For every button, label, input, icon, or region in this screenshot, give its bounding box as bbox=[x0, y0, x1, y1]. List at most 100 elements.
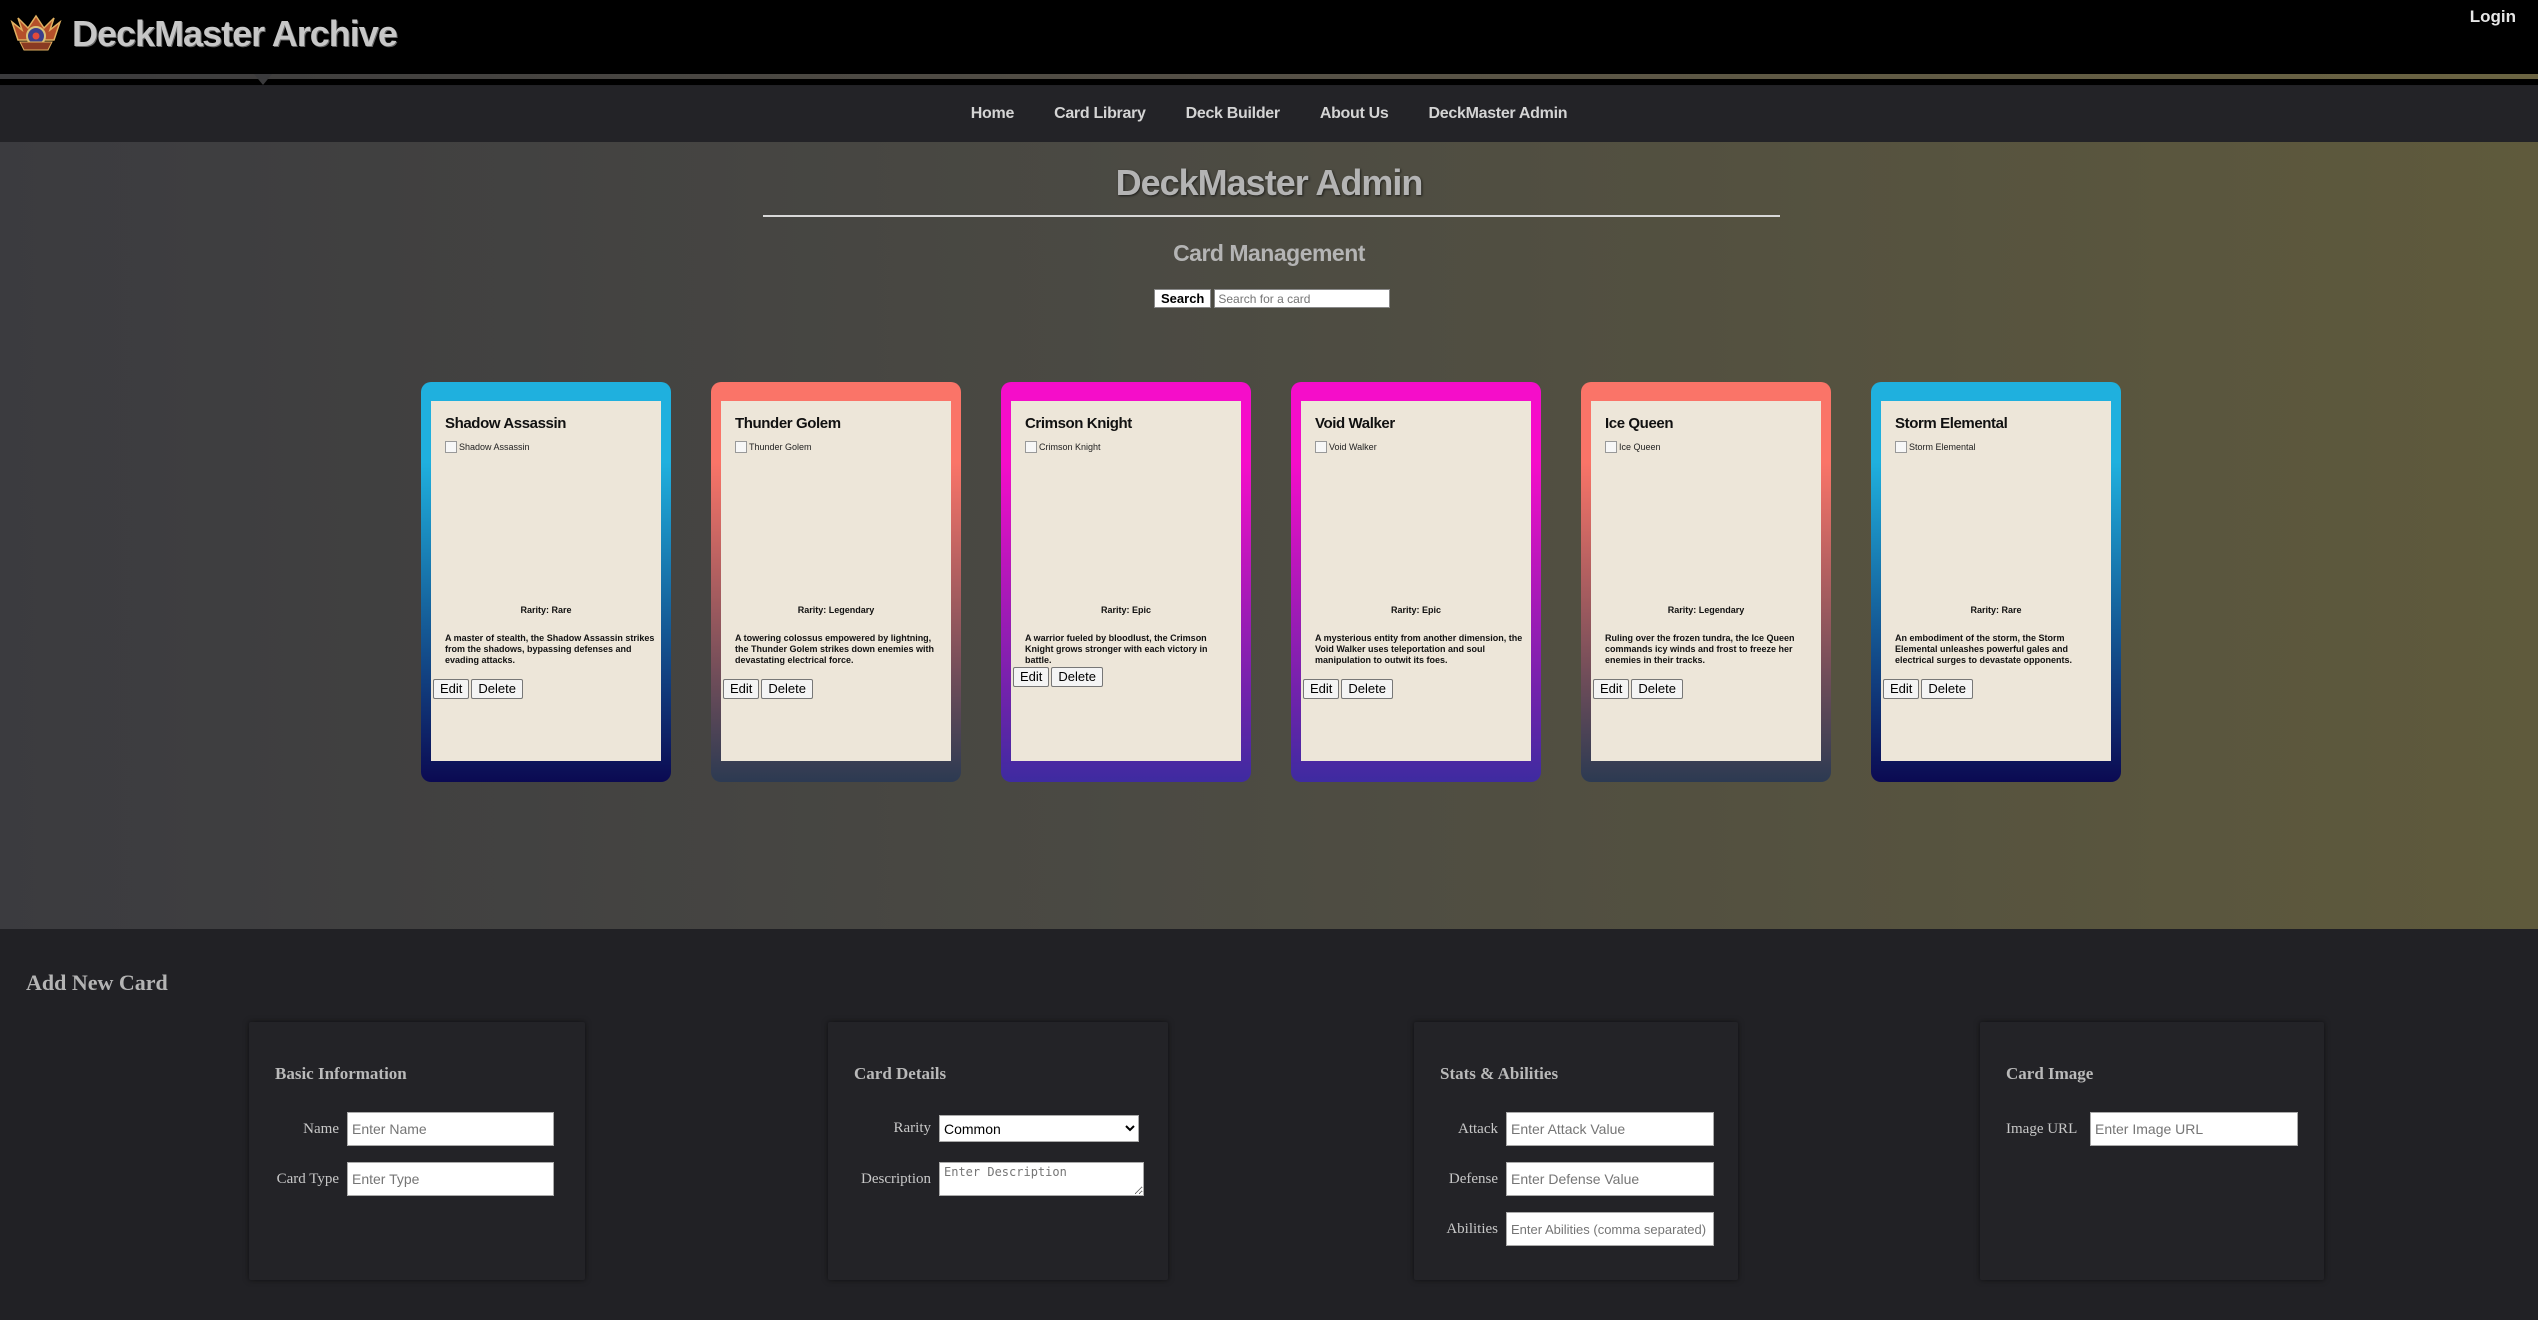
logo-icon[interactable] bbox=[8, 14, 64, 54]
card-description: A warrior fueled by bloodlust, the Crims… bbox=[1025, 633, 1208, 665]
card-image: Crimson Knight bbox=[1025, 441, 1101, 453]
card-tile: Shadow Assassin Shadow Assassin Rarity: … bbox=[421, 382, 671, 782]
card-name: Thunder Golem bbox=[735, 415, 841, 432]
basic-info-panel: Basic Information Name Card Type bbox=[249, 1022, 585, 1280]
card-name: Storm Elemental bbox=[1895, 415, 2008, 432]
card-face: Shadow Assassin Shadow Assassin Rarity: … bbox=[431, 401, 661, 761]
card-image-alt: Crimson Knight bbox=[1039, 442, 1101, 452]
delete-card-button[interactable]: Delete bbox=[1341, 679, 1393, 699]
card-image: Shadow Assassin bbox=[445, 441, 530, 453]
broken-image-icon bbox=[445, 441, 457, 453]
page-title: DeckMaster Admin bbox=[1115, 162, 1424, 203]
search-input[interactable] bbox=[1214, 289, 1391, 308]
card-actions: Edit Delete bbox=[1013, 667, 1103, 687]
broken-image-icon bbox=[1605, 441, 1617, 453]
nav-about-us[interactable]: About Us bbox=[1300, 105, 1409, 123]
nav-home[interactable]: Home bbox=[951, 105, 1034, 123]
add-card-title: Add New Card bbox=[26, 970, 168, 995]
card-image: Ice Queen bbox=[1605, 441, 1661, 453]
stats-title: Stats & Abilities bbox=[1440, 1064, 1559, 1083]
card-rarity: Rarity: Legendary bbox=[797, 605, 875, 615]
edit-card-button[interactable]: Edit bbox=[433, 679, 470, 699]
rarity-select[interactable]: Common bbox=[939, 1115, 1139, 1142]
image-url-input[interactable] bbox=[2090, 1112, 2298, 1146]
card-actions: Edit Delete bbox=[433, 679, 523, 699]
edit-card-button[interactable]: Edit bbox=[1303, 679, 1340, 699]
attack-row: Attack bbox=[1440, 1112, 1714, 1146]
site-logo-text[interactable]: DeckMaster Archive bbox=[72, 13, 398, 55]
card-image-alt: Ice Queen bbox=[1619, 442, 1661, 452]
card-description: A mysterious entity from another dimensi… bbox=[1315, 633, 1523, 665]
edit-card-button[interactable]: Edit bbox=[1593, 679, 1630, 699]
card-face: Thunder Golem Thunder Golem Rarity: Lege… bbox=[721, 401, 951, 761]
rarity-row: Rarity Common bbox=[854, 1115, 1139, 1142]
defense-row: Defense bbox=[1440, 1162, 1714, 1196]
abilities-input[interactable] bbox=[1506, 1212, 1714, 1246]
card-rarity: Rarity: Epic bbox=[1100, 605, 1151, 615]
abilities-row: Abilities bbox=[1440, 1212, 1714, 1246]
description-textarea[interactable] bbox=[939, 1162, 1144, 1196]
card-tile: Crimson Knight Crimson Knight Rarity: Ep… bbox=[1001, 382, 1251, 782]
card-rarity: Rarity: Rare bbox=[520, 605, 572, 615]
card-rarity: Rarity: Epic bbox=[1390, 605, 1441, 615]
card-tile: Storm Elemental Storm Elemental Rarity: … bbox=[1871, 382, 2121, 782]
delete-card-button[interactable]: Delete bbox=[761, 679, 813, 699]
card-actions: Edit Delete bbox=[1593, 679, 1683, 699]
attack-input[interactable] bbox=[1506, 1112, 1714, 1146]
card-search: Search bbox=[1154, 289, 1391, 308]
header-notch bbox=[254, 74, 272, 85]
card-image: Void Walker bbox=[1315, 441, 1377, 453]
delete-card-button[interactable]: Delete bbox=[471, 679, 523, 699]
card-description: Ruling over the frozen tundra, the Ice Q… bbox=[1605, 633, 1795, 665]
login-link[interactable]: Login bbox=[2470, 7, 2516, 27]
title-divider bbox=[763, 215, 1780, 217]
edit-card-button[interactable]: Edit bbox=[1883, 679, 1920, 699]
name-row: Name bbox=[275, 1112, 554, 1146]
card-face: Crimson Knight Crimson Knight Rarity: Ep… bbox=[1011, 401, 1241, 761]
abilities-label: Abilities bbox=[1446, 1220, 1498, 1237]
attack-label: Attack bbox=[1458, 1120, 1498, 1137]
image-url-label: Image URL bbox=[2006, 1120, 2078, 1137]
name-label: Name bbox=[303, 1120, 339, 1137]
card-tile: Void Walker Void Walker Rarity: Epic A m… bbox=[1291, 382, 1541, 782]
card-name: Shadow Assassin bbox=[445, 415, 566, 432]
delete-card-button[interactable]: Delete bbox=[1051, 667, 1103, 687]
card-image-alt: Thunder Golem bbox=[749, 442, 812, 452]
delete-card-button[interactable]: Delete bbox=[1631, 679, 1683, 699]
card-name: Ice Queen bbox=[1605, 415, 1674, 432]
search-button[interactable]: Search bbox=[1154, 289, 1212, 308]
card-type-input[interactable] bbox=[347, 1162, 554, 1196]
delete-card-button[interactable]: Delete bbox=[1921, 679, 1973, 699]
description-label: Description bbox=[861, 1170, 931, 1187]
defense-input[interactable] bbox=[1506, 1162, 1714, 1196]
card-image-alt: Storm Elemental bbox=[1909, 442, 1976, 452]
card-image-title: Card Image bbox=[2006, 1064, 2094, 1083]
card-rarity: Rarity: Rare bbox=[1970, 605, 2022, 615]
edit-card-button[interactable]: Edit bbox=[723, 679, 760, 699]
card-details-title: Card Details bbox=[854, 1064, 947, 1083]
card-face: Void Walker Void Walker Rarity: Epic A m… bbox=[1301, 401, 1531, 761]
edit-card-button[interactable]: Edit bbox=[1013, 667, 1050, 687]
name-input[interactable] bbox=[347, 1112, 554, 1146]
broken-image-icon bbox=[735, 441, 747, 453]
card-tile: Thunder Golem Thunder Golem Rarity: Lege… bbox=[711, 382, 961, 782]
card-image: Thunder Golem bbox=[735, 441, 812, 453]
broken-image-icon bbox=[1315, 441, 1327, 453]
nav-card-library[interactable]: Card Library bbox=[1034, 105, 1166, 123]
nav-deckmaster-admin[interactable]: DeckMaster Admin bbox=[1409, 105, 1588, 123]
nav-deck-builder[interactable]: Deck Builder bbox=[1166, 105, 1300, 123]
card-tile: Ice Queen Ice Queen Rarity: Legendary Ru… bbox=[1581, 382, 1831, 782]
card-details-panel: Card Details Rarity Common Description bbox=[828, 1022, 1168, 1280]
site-header: DeckMaster Archive Login bbox=[0, 0, 2538, 85]
card-name: Crimson Knight bbox=[1025, 415, 1132, 432]
card-image-panel: Card Image Image URL bbox=[1980, 1022, 2324, 1280]
card-description: An embodiment of the storm, the Storm El… bbox=[1895, 633, 2073, 665]
card-type-label: Card Type bbox=[276, 1170, 339, 1187]
broken-image-icon bbox=[1025, 441, 1037, 453]
card-face: Storm Elemental Storm Elemental Rarity: … bbox=[1881, 401, 2111, 761]
card-image: Storm Elemental bbox=[1895, 441, 1976, 453]
card-actions: Edit Delete bbox=[1883, 679, 1973, 699]
header-divider bbox=[0, 74, 2538, 79]
basic-info-title: Basic Information bbox=[275, 1064, 407, 1083]
image-url-row: Image URL bbox=[2006, 1112, 2298, 1146]
